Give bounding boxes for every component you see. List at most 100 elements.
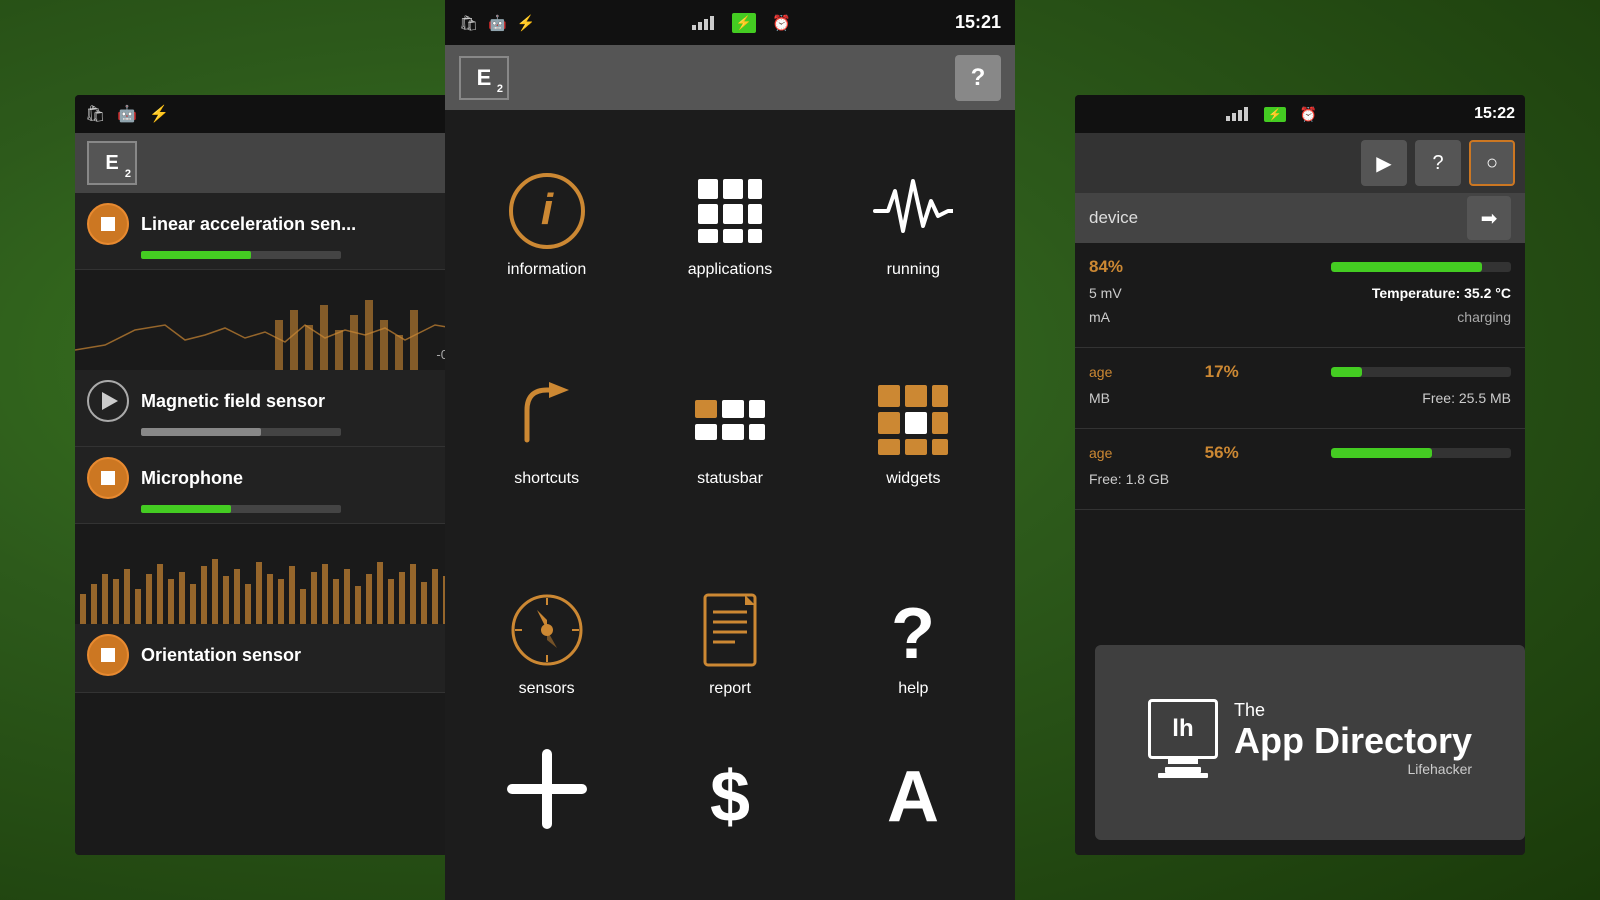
- bag-icon: 🛍: [85, 104, 105, 124]
- sensor-bar-fill-mic: [141, 505, 231, 513]
- directory-label: Directory: [1314, 720, 1472, 761]
- menu-item-letter-a[interactable]: A: [822, 749, 1005, 829]
- menu-item-running[interactable]: running: [822, 120, 1005, 330]
- storage1-section: age 17% MB Free: 25.5 MB: [1075, 348, 1525, 429]
- menu-item-information[interactable]: i information: [455, 120, 638, 330]
- sensor-bar-magnetic: [141, 428, 341, 436]
- menu-label-sensors: sensors: [519, 680, 575, 698]
- right-battery-icon: ⚡: [1264, 107, 1286, 122]
- statusbar-icon: [690, 380, 770, 460]
- mid-help-button[interactable]: ?: [955, 55, 1001, 101]
- signal-bar-1: [692, 25, 696, 30]
- storage1-mb-row: MB Free: 25.5 MB: [1089, 390, 1511, 406]
- menu-item-help[interactable]: ? help: [822, 539, 1005, 749]
- menu-item-widgets[interactable]: widgets: [822, 330, 1005, 540]
- svg-text:$: $: [710, 757, 750, 829]
- mid-status-bar: 🛍 🤖 ⚡ ⚡ ⏰ 15:21: [445, 0, 1015, 45]
- menu-label-applications: applications: [688, 261, 773, 279]
- svg-text:i: i: [541, 185, 554, 234]
- help-toolbar-button[interactable]: ?: [1415, 140, 1461, 186]
- menu-item-report[interactable]: report: [638, 539, 821, 749]
- battery-percent: 84%: [1089, 257, 1123, 277]
- menu-item-sensors[interactable]: sensors: [455, 539, 638, 749]
- stop-icon: [101, 217, 115, 231]
- battery-mv-row: 5 mV Temperature: 35.2 °C: [1089, 285, 1511, 301]
- menu-item-plus[interactable]: [455, 749, 638, 829]
- widgets-icon: [873, 380, 953, 460]
- mid-robot-icon: 🤖: [488, 14, 507, 32]
- sensor-bar-mic: [141, 505, 341, 513]
- mid-usb-icon: ⚡: [517, 14, 536, 32]
- menu-label-statusbar: statusbar: [697, 470, 763, 488]
- signal-bar-2: [698, 22, 702, 30]
- signal-bars: [692, 16, 714, 30]
- play-toolbar-button[interactable]: ▶: [1361, 140, 1407, 186]
- app-directory-label: App Directory: [1234, 721, 1472, 761]
- battery-ma-label: mA: [1089, 309, 1110, 325]
- stop-button-mic[interactable]: [87, 457, 129, 499]
- mid-bag-icon: 🛍: [459, 14, 478, 32]
- plus-icon: [507, 749, 587, 829]
- running-icon: [873, 171, 953, 251]
- app-dir-logo: lh The App Directory Lifehacker: [1148, 699, 1472, 778]
- device-arrow-button[interactable]: ➡: [1467, 196, 1511, 240]
- menu-label-widgets: widgets: [886, 470, 940, 488]
- stop-button-orientation[interactable]: [87, 634, 129, 676]
- storage2-percent: 56%: [1205, 443, 1239, 463]
- e2-logo[interactable]: E2: [87, 141, 137, 185]
- sensors-icon: [507, 590, 587, 670]
- menu-label-shortcuts: shortcuts: [514, 470, 579, 488]
- storage2-free-row: Free: 1.8 GB: [1089, 471, 1511, 487]
- lh-logo-container: lh: [1148, 699, 1218, 778]
- right-time: 15:22: [1474, 105, 1515, 123]
- stop-button-linear[interactable]: [87, 203, 129, 245]
- menu-label-report: report: [709, 680, 751, 698]
- storage1-bar: [1331, 367, 1511, 377]
- circle-toolbar-button[interactable]: ○: [1469, 140, 1515, 186]
- sensor-name-orientation: Orientation sensor: [141, 645, 301, 666]
- storage1-free-label: Free: 25.5 MB: [1422, 390, 1511, 406]
- robot-icon: 🤖: [117, 104, 137, 124]
- sensor-bar-fill-magnetic: [141, 428, 261, 436]
- storage2-section: age 56% Free: 1.8 GB: [1075, 429, 1525, 510]
- right-signal-bars: [1226, 107, 1248, 121]
- sensor-name-linear: Linear acceleration sen...: [141, 214, 356, 235]
- storage1-age-row: age 17%: [1089, 362, 1511, 382]
- sensor-name-mic: Microphone: [141, 468, 243, 489]
- menu-item-shortcuts[interactable]: shortcuts: [455, 330, 638, 540]
- sensor-bar-fill-linear: [141, 251, 251, 259]
- r-signal-bar-2: [1232, 113, 1236, 121]
- mid-e2-logo[interactable]: E2: [459, 56, 509, 100]
- battery-mv-label: 5 mV: [1089, 285, 1122, 301]
- letter-a-icon: A: [873, 749, 953, 829]
- signal-bar-4: [710, 16, 714, 30]
- menu-label-running: running: [887, 261, 940, 279]
- svg-text:A: A: [887, 757, 939, 829]
- stop-icon-orientation: [101, 648, 115, 662]
- right-status-bar: ⚡ ⏰ 15:22: [1075, 95, 1525, 133]
- usb-icon: ⚡: [149, 104, 169, 124]
- report-icon: [690, 590, 770, 670]
- battery-bar: [1331, 262, 1511, 272]
- play-button-magnetic[interactable]: [87, 380, 129, 422]
- svg-text:?: ?: [891, 594, 935, 670]
- menu-item-dollar[interactable]: $: [638, 749, 821, 829]
- menu-item-applications[interactable]: applications: [638, 120, 821, 330]
- r-signal-bar-3: [1238, 110, 1242, 121]
- stop-icon-mic: [101, 471, 115, 485]
- battery-percent-row: 84%: [1089, 257, 1511, 277]
- charging-label: charging: [1457, 309, 1511, 325]
- alarm-icon-mid: ⏰: [772, 14, 791, 32]
- help-icon: ?: [873, 590, 953, 670]
- storage1-bar-fill: [1331, 367, 1362, 377]
- storage1-percent: 17%: [1205, 362, 1239, 382]
- monitor-base: [1158, 773, 1208, 778]
- mid-phone: 🛍 🤖 ⚡ ⚡ ⏰ 15:21 E2 ? i informa: [445, 0, 1015, 900]
- menu-item-statusbar[interactable]: statusbar: [638, 330, 821, 540]
- lifehacker-label: Lifehacker: [1234, 761, 1472, 777]
- the-label: The: [1234, 700, 1472, 721]
- storage2-age-row: age 56%: [1089, 443, 1511, 463]
- battery-section: 84% 5 mV Temperature: 35.2 °C mA chargin…: [1075, 243, 1525, 348]
- mid-time: 15:21: [955, 12, 1001, 33]
- sensor-bar-linear: [141, 251, 341, 259]
